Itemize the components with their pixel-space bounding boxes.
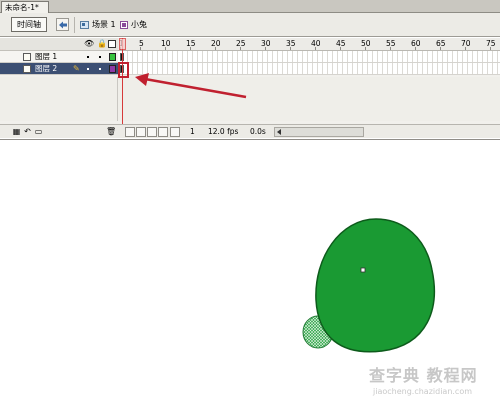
scene-label: 场景 1 bbox=[92, 20, 116, 29]
ruler-tick bbox=[440, 47, 441, 50]
ruler-tick bbox=[365, 47, 366, 50]
ruler-tick bbox=[490, 47, 491, 50]
scene-icon bbox=[80, 20, 89, 29]
onion-skin-icon[interactable] bbox=[136, 127, 146, 137]
layer-row[interactable]: 图层 1 bbox=[0, 51, 118, 63]
lock-icon[interactable]: 🔒 bbox=[97, 40, 107, 48]
onion-markers-icon[interactable] bbox=[170, 127, 180, 137]
watermark-text: 查字典 教程网 bbox=[369, 366, 478, 385]
ruler-tick bbox=[415, 47, 416, 50]
center-frame-icon[interactable] bbox=[125, 127, 135, 137]
document-tab-title: 未命名-1* bbox=[5, 3, 39, 12]
watermark-url: jiaocheng.chazidian.com bbox=[373, 387, 473, 396]
visibility-dot[interactable] bbox=[87, 56, 89, 58]
layer-icon bbox=[23, 65, 31, 73]
annotation-highlight-box bbox=[118, 62, 129, 78]
lock-dot[interactable] bbox=[99, 56, 101, 58]
stage-canvas bbox=[302, 218, 436, 353]
frame-rate-readout: 12.0 fps bbox=[208, 127, 239, 136]
layer-color-swatch[interactable] bbox=[109, 65, 116, 73]
ruler-tick bbox=[340, 47, 341, 50]
frame-row[interactable] bbox=[118, 51, 500, 63]
timeline-panel: 👁 🔒 151015202530354045505560657075 图层 1 … bbox=[0, 38, 500, 138]
outline-icon[interactable] bbox=[108, 40, 116, 48]
back-arrow-icon[interactable] bbox=[56, 18, 69, 31]
elapsed-time-readout: 0.0s bbox=[250, 127, 266, 136]
timeline-toggle-label: 时间轴 bbox=[17, 20, 41, 29]
ruler-tick bbox=[240, 47, 241, 50]
layer-header: 👁 🔒 bbox=[0, 38, 118, 51]
document-tab-bar: 未命名-1* bbox=[0, 0, 500, 13]
ruler-tick bbox=[190, 47, 191, 50]
document-tab[interactable]: 未命名-1* bbox=[1, 1, 49, 13]
frame-ruler[interactable]: 151015202530354045505560657075 bbox=[118, 38, 500, 51]
toolbar-divider bbox=[74, 17, 75, 33]
eye-icon[interactable]: 👁 bbox=[84, 40, 94, 48]
edit-bar: 时间轴 场景 1 小兔 bbox=[0, 13, 500, 37]
breadcrumb-symbol[interactable]: 小兔 bbox=[120, 19, 147, 31]
trash-icon[interactable]: 🗑 bbox=[106, 127, 116, 136]
layer-list-blank bbox=[0, 77, 118, 121]
timeline-toggle-button[interactable]: 时间轴 bbox=[11, 17, 47, 32]
frame-row[interactable] bbox=[118, 63, 500, 75]
edit-multiple-frames-icon[interactable] bbox=[158, 127, 168, 137]
breadcrumb-scene[interactable]: 场景 1 bbox=[80, 19, 116, 31]
symbol-label: 小兔 bbox=[131, 20, 147, 29]
layer-row[interactable]: 图层 2 ✎ bbox=[0, 63, 118, 75]
layer-color-swatch[interactable] bbox=[109, 53, 116, 61]
movie-clip-icon bbox=[120, 20, 128, 29]
ruler-tick bbox=[465, 47, 466, 50]
add-layer-icon[interactable]: ▦ bbox=[12, 127, 21, 136]
layer-name: 图层 2 bbox=[35, 64, 58, 73]
onion-outline-icon[interactable] bbox=[147, 127, 157, 137]
ruler-tick bbox=[165, 47, 166, 50]
ruler-tick bbox=[315, 47, 316, 50]
add-guide-icon[interactable]: ↶ bbox=[23, 127, 32, 136]
ruler-tick bbox=[290, 47, 291, 50]
timeline-empty-area bbox=[0, 77, 500, 121]
layer-name: 图层 1 bbox=[35, 52, 58, 61]
pencil-icon: ✎ bbox=[73, 64, 80, 73]
layer-icon bbox=[23, 53, 31, 61]
playhead-line bbox=[122, 38, 123, 138]
ruler-tick bbox=[265, 47, 266, 50]
rabbit-body-shape bbox=[315, 218, 436, 353]
ruler-tick bbox=[390, 47, 391, 50]
ruler-tick bbox=[140, 47, 141, 50]
timeline-status-bar: ▦ ↶ ▭ 🗑 1 12.0 fps 0.0s bbox=[0, 124, 500, 138]
playhead[interactable] bbox=[119, 38, 126, 50]
watermark: 查字典 教程网 jiaocheng.chazidian.com bbox=[355, 367, 495, 400]
add-folder-icon[interactable]: ▭ bbox=[34, 127, 43, 136]
lock-dot[interactable] bbox=[99, 68, 101, 70]
stage[interactable] bbox=[0, 139, 500, 401]
timeline-scrollbar[interactable] bbox=[274, 127, 364, 137]
current-frame-readout: 1 bbox=[190, 127, 195, 136]
visibility-dot[interactable] bbox=[87, 68, 89, 70]
registration-point bbox=[360, 267, 366, 273]
ruler-tick bbox=[215, 47, 216, 50]
